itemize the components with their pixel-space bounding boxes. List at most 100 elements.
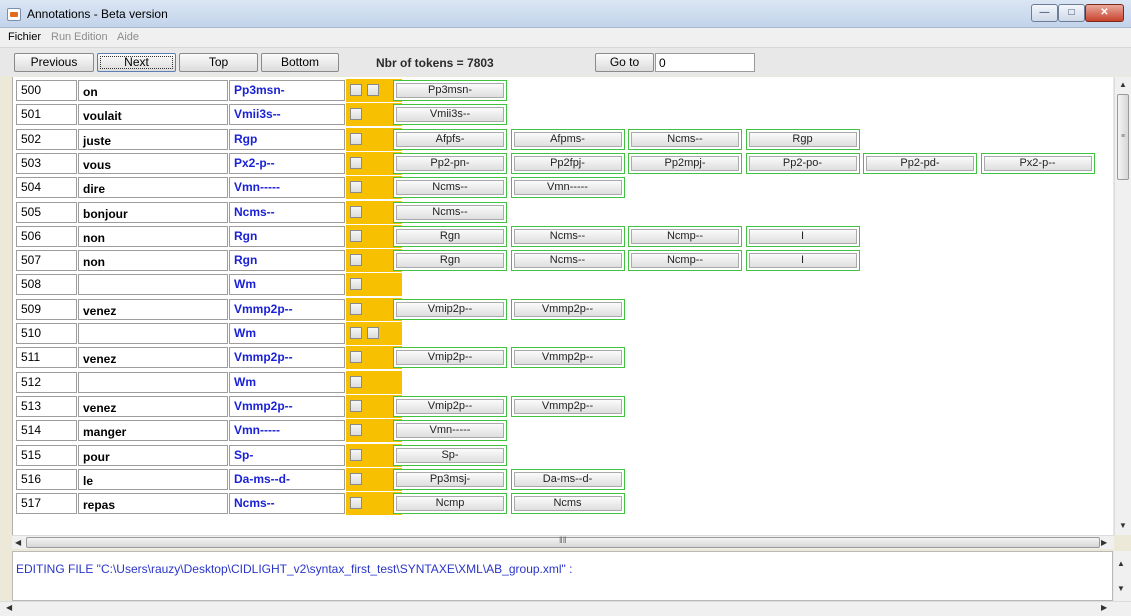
token-word-cell[interactable]: bonjour <box>78 201 228 223</box>
token-word-cell[interactable]: on <box>78 80 228 101</box>
token-tag-cell[interactable]: Px2-p-- <box>229 152 345 174</box>
tag-option-button[interactable]: Da-ms--d- <box>510 468 625 490</box>
tag-option-button[interactable]: Ncms-- <box>628 128 742 150</box>
token-word-cell[interactable]: voulait <box>78 104 228 126</box>
tag-option-button[interactable]: Ncmp <box>393 493 507 515</box>
row-checkbox[interactable] <box>350 399 362 412</box>
grid-horizontal-scrollbar[interactable]: ◀ ‖‖ ▶ <box>12 535 1114 549</box>
row-checkbox[interactable] <box>367 327 379 339</box>
tag-option-button[interactable]: Ncms-- <box>393 201 507 223</box>
token-word-cell[interactable]: venez <box>78 347 228 369</box>
token-tag-cell[interactable]: Vmn----- <box>229 420 345 442</box>
tag-option-button[interactable]: Pp2-po- <box>745 152 860 174</box>
token-word-cell[interactable] <box>78 371 228 393</box>
row-checkbox[interactable] <box>350 205 362 218</box>
goto-input[interactable] <box>655 53 755 72</box>
goto-button[interactable]: Go to <box>595 53 654 72</box>
scroll-down-arrow-icon[interactable]: ▼ <box>1117 584 1125 593</box>
tag-option-button[interactable]: Pp3msj- <box>393 468 507 490</box>
tag-option-button[interactable]: Afpms- <box>510 128 625 150</box>
token-tag-cell[interactable]: Vmn----- <box>229 177 345 199</box>
tag-option-button[interactable]: Pp3msn- <box>393 80 507 101</box>
row-checkbox[interactable] <box>350 448 362 461</box>
row-checkbox[interactable] <box>350 327 362 339</box>
console-vertical-scrollbar[interactable]: ▲ ▼ <box>1114 551 1131 601</box>
row-checkbox[interactable] <box>350 229 362 242</box>
token-word-cell[interactable] <box>78 274 228 296</box>
menu-aide[interactable]: Aide <box>117 31 139 43</box>
minimize-button[interactable]: — <box>1031 4 1058 22</box>
row-checkbox[interactable] <box>350 132 362 145</box>
menu-edition[interactable]: Edition <box>74 31 108 43</box>
tag-option-button[interactable]: Pp2fpj- <box>510 152 625 174</box>
menu-fichier[interactable]: Fichier <box>8 31 41 43</box>
tag-option-button[interactable]: Vmn----- <box>510 177 625 199</box>
tag-option-button[interactable]: Vmmp2p-- <box>510 298 625 320</box>
token-word-cell[interactable]: dire <box>78 177 228 199</box>
token-word-cell[interactable] <box>78 323 228 344</box>
row-checkbox[interactable] <box>350 351 362 364</box>
tag-option-button[interactable]: Ncms-- <box>510 225 625 247</box>
tag-option-button[interactable]: Rgn <box>393 225 507 247</box>
row-checkbox[interactable] <box>350 424 362 437</box>
tag-option-button[interactable]: Vmip2p-- <box>393 347 507 369</box>
row-checkbox[interactable] <box>367 84 379 96</box>
tag-option-button[interactable]: Rgp <box>745 128 860 150</box>
token-word-cell[interactable]: non <box>78 225 228 247</box>
previous-button[interactable]: Previous <box>14 53 94 72</box>
row-checkbox[interactable] <box>350 375 362 388</box>
token-tag-cell[interactable]: Rgp <box>229 128 345 150</box>
row-checkbox[interactable] <box>350 181 362 194</box>
tag-option-button[interactable]: Vmip2p-- <box>393 298 507 320</box>
token-word-cell[interactable]: non <box>78 250 228 272</box>
maximize-button[interactable]: □ <box>1058 4 1085 22</box>
tag-option-button[interactable]: I <box>745 250 860 272</box>
row-checkbox[interactable] <box>350 278 362 291</box>
tag-option-button[interactable]: Rgn <box>393 250 507 272</box>
token-tag-cell[interactable]: Wm <box>229 274 345 296</box>
tag-option-button[interactable]: Vmii3s-- <box>393 104 507 126</box>
tag-option-button[interactable]: Pp2-pd- <box>863 152 977 174</box>
top-button[interactable]: Top <box>179 53 258 72</box>
row-checkbox[interactable] <box>350 84 362 96</box>
row-checkbox[interactable] <box>350 497 362 510</box>
tag-option-button[interactable]: Vmip2p-- <box>393 395 507 417</box>
token-tag-cell[interactable]: Wm <box>229 323 345 344</box>
tag-option-button[interactable]: I <box>745 225 860 247</box>
token-word-cell[interactable]: repas <box>78 493 228 515</box>
tag-option-button[interactable]: Pp2-pn- <box>393 152 507 174</box>
bottom-button[interactable]: Bottom <box>261 53 339 72</box>
console-horizontal-scrollbar[interactable]: ◀ ▶ <box>0 601 1131 616</box>
token-word-cell[interactable]: manger <box>78 420 228 442</box>
close-button[interactable]: ✕ <box>1085 4 1124 22</box>
tag-option-button[interactable]: Ncms-- <box>510 250 625 272</box>
token-tag-cell[interactable]: Rgn <box>229 225 345 247</box>
token-tag-cell[interactable]: Wm <box>229 371 345 393</box>
token-word-cell[interactable]: pour <box>78 444 228 466</box>
token-tag-cell[interactable]: Sp- <box>229 444 345 466</box>
grid-vertical-scrollbar[interactable]: ▲ ≡ ▼ <box>1114 77 1131 535</box>
horizontal-scroll-thumb[interactable]: ‖‖ <box>26 535 1100 548</box>
token-word-cell[interactable]: le <box>78 468 228 490</box>
token-tag-cell[interactable]: Rgn <box>229 250 345 272</box>
vertical-scroll-thumb[interactable]: ≡ <box>1117 94 1129 180</box>
row-checkbox[interactable] <box>350 254 362 267</box>
row-checkbox[interactable] <box>350 472 362 485</box>
token-word-cell[interactable]: venez <box>78 298 228 320</box>
tag-option-button[interactable]: Vmn----- <box>393 420 507 442</box>
tag-option-button[interactable]: Vmmp2p-- <box>510 347 625 369</box>
scroll-up-arrow-icon[interactable]: ▲ <box>1115 77 1131 93</box>
row-checkbox[interactable] <box>350 302 362 315</box>
token-tag-cell[interactable]: Ncms-- <box>229 493 345 515</box>
tag-option-button[interactable]: Sp- <box>393 444 507 466</box>
tag-option-button[interactable]: Vmmp2p-- <box>510 395 625 417</box>
tag-option-button[interactable]: Px2-p-- <box>980 152 1095 174</box>
row-checkbox[interactable] <box>350 108 362 121</box>
token-tag-cell[interactable]: Vmii3s-- <box>229 104 345 126</box>
token-word-cell[interactable]: venez <box>78 395 228 417</box>
scroll-right-arrow-icon[interactable]: ▶ <box>1101 603 1107 612</box>
scroll-left-arrow-icon[interactable]: ◀ <box>6 603 12 612</box>
tag-option-button[interactable]: Ncmp-- <box>628 250 742 272</box>
tag-option-button[interactable]: Ncms-- <box>393 177 507 199</box>
token-word-cell[interactable]: juste <box>78 128 228 150</box>
